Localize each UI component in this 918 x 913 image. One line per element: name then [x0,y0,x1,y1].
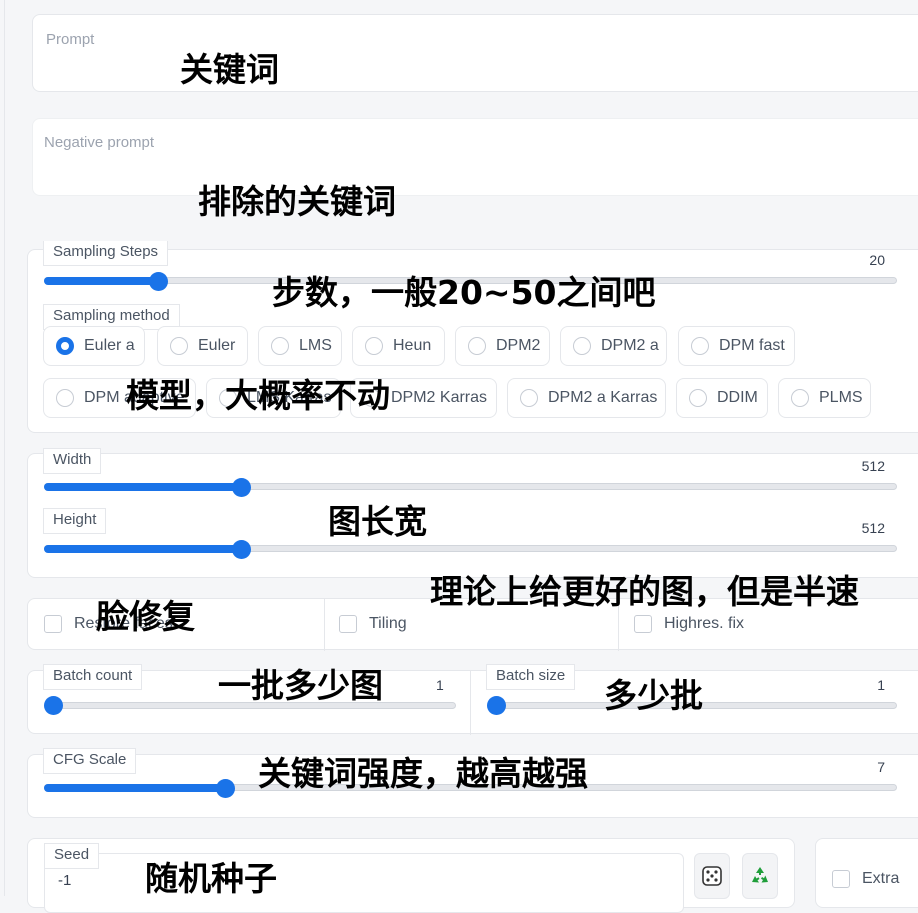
sampler-option-dpm2-a[interactable]: DPM2 a [560,326,667,366]
sampler-option-ddim[interactable]: DDIM [676,378,768,418]
sampler-option-dpm2[interactable]: DPM2 [455,326,550,366]
prompt-placeholder: Prompt [46,31,95,48]
width-value[interactable]: 512 [862,458,885,474]
batch-count-value[interactable]: 1 [436,677,444,693]
annotation-size: 图长宽 [328,502,427,541]
tiling-checkbox[interactable]: Tiling [339,615,407,633]
annotation-batch-size: 多少批 [604,676,703,715]
cfg-scale-value[interactable]: 7 [877,759,885,775]
sampling-steps-value[interactable]: 20 [869,252,885,268]
extra-panel: Extra [815,838,918,908]
recycle-icon [752,867,768,883]
annotation-method: 模型，大概率不动 [126,376,390,415]
annotation-batch-count: 一批多少图 [218,666,383,705]
annotation-negative-prompt: 排除的关键词 [198,182,396,221]
sampler-option-euler[interactable]: Euler [157,326,248,366]
cfg-scale-fill [44,784,228,792]
annotation-highres: 理论上给更好的图，但是半速 [430,572,859,611]
annotation-prompt: 关键词 [180,50,279,89]
batch-panel: Batch count 1 Batch size 1 [27,664,918,735]
negative-prompt-input[interactable]: Negative prompt [32,118,918,196]
annotation-steps: 步数，一般20~50之间吧 [272,273,656,312]
cfg-scale-label: CFG Scale [43,748,137,774]
batch-size-thumb[interactable] [487,696,506,715]
sampler-option-plms[interactable]: PLMS [778,378,871,418]
sampling-steps-fill [44,277,158,285]
sampler-option-lms[interactable]: LMS [258,326,342,366]
sampling-steps-label: Sampling Steps [43,241,169,266]
annotation-face: 脸修复 [96,597,195,636]
extra-checkbox[interactable]: Extra [832,870,899,888]
seed-panel: -1 Seed [27,838,795,913]
size-panel: Width 512 Height 512 [27,448,918,578]
dice-icon [702,866,722,886]
width-fill [44,483,242,491]
height-value[interactable]: 512 [862,520,885,536]
reuse-seed-button[interactable] [742,853,778,899]
sampler-option-euler-a[interactable]: Euler a [43,326,145,366]
annotation-seed: 随机种子 [145,859,277,898]
random-seed-button[interactable] [694,853,730,899]
highres-fix-checkbox[interactable]: Highres. fix [634,615,744,633]
sampler-option-dpm2-a-karras[interactable]: DPM2 a Karras [507,378,666,418]
batch-count-thumb[interactable] [44,696,63,715]
width-thumb[interactable] [232,478,251,497]
height-thumb[interactable] [232,540,251,559]
sampler-option-dpm-fast[interactable]: DPM fast [678,326,795,366]
batch-size-label: Batch size [486,664,576,690]
seed-label: Seed [44,843,100,869]
sampler-option-heun[interactable]: Heun [352,326,445,366]
negative-prompt-placeholder: Negative prompt [44,134,155,151]
prompt-input[interactable]: Prompt [32,14,918,92]
height-label: Height [43,508,107,534]
seed-input[interactable]: -1 [44,853,684,913]
width-label: Width [43,448,102,474]
batch-size-value[interactable]: 1 [877,677,885,693]
sampling-steps-thumb[interactable] [149,272,168,291]
batch-count-label: Batch count [43,664,143,690]
cfg-scale-thumb[interactable] [216,779,235,798]
annotation-cfg: 关键词强度，越高越强 [258,754,588,793]
left-divider [4,0,5,896]
height-fill [44,545,242,553]
seed-value: -1 [58,872,72,889]
